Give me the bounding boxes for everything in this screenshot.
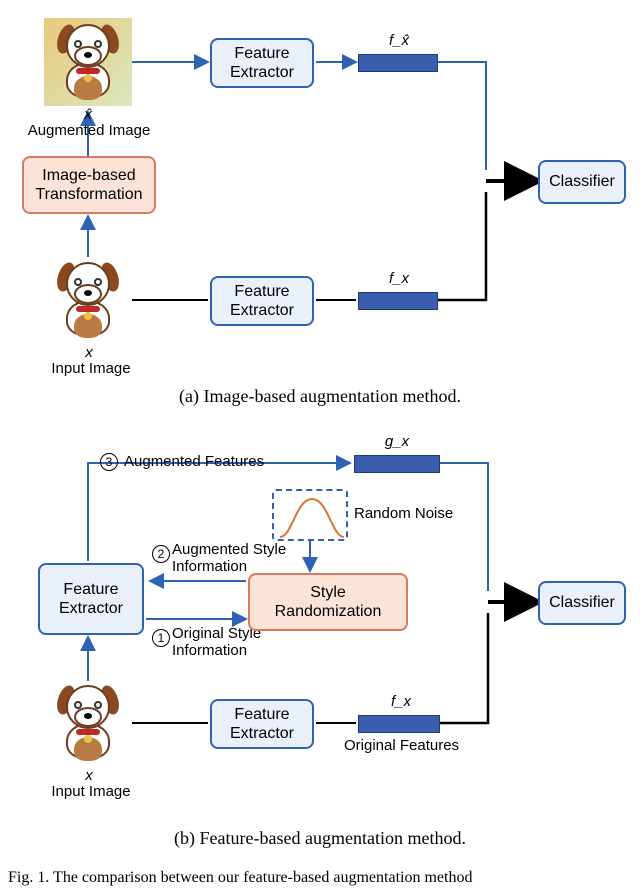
- input-image-label-a: Input Image: [46, 360, 136, 377]
- original-features-label: Original Features: [344, 737, 459, 754]
- feature-extractor-bottom-b: Feature Extractor: [210, 699, 314, 749]
- input-image-symbol-b: x: [82, 767, 96, 784]
- input-image-b: [44, 679, 132, 767]
- feature-bar-aug-b: [354, 455, 440, 473]
- figure-root: x̂ Augmented Image Image-based Transform…: [0, 0, 640, 895]
- panel-a: x̂ Augmented Image Image-based Transform…: [0, 0, 640, 380]
- classifier-box-a: Classifier: [538, 160, 626, 204]
- feature-bar-orig-a: [358, 292, 438, 310]
- augmented-image-label: Augmented Image: [22, 122, 156, 139]
- feature-aug-symbol-b: g_x: [384, 433, 410, 450]
- step-3-circle: 3: [100, 453, 118, 471]
- feature-aug-symbol-a: f_x̂: [386, 32, 412, 49]
- input-image-symbol-a: x: [82, 344, 96, 361]
- style-randomization-box: Style Randomization: [248, 573, 408, 631]
- feature-orig-symbol-b: f_x: [388, 693, 414, 710]
- step-2-label: Augmented Style Information: [172, 541, 286, 576]
- feature-bar-orig-b: [358, 715, 440, 733]
- random-noise-label: Random Noise: [354, 505, 453, 522]
- feature-extractor-top-a: Feature Extractor: [210, 38, 314, 88]
- panel-b: 3 Augmented Features 2 Augmented Style I…: [0, 423, 640, 822]
- figure-footer-text: Fig. 1. The comparison between our featu…: [0, 865, 640, 895]
- step-1-circle: 1: [152, 629, 170, 647]
- random-noise-box: [272, 489, 348, 541]
- input-image-a: [44, 256, 132, 344]
- augmented-image-symbol: x̂: [78, 106, 98, 123]
- step-3-label: Augmented Features: [124, 453, 264, 470]
- step-1-label: Original Style Information: [172, 625, 261, 660]
- classifier-box-b: Classifier: [538, 581, 626, 625]
- augmented-image: [44, 18, 132, 106]
- feature-orig-symbol-a: f_x: [386, 270, 412, 287]
- step-2-circle: 2: [152, 545, 170, 563]
- input-image-label-b: Input Image: [46, 783, 136, 800]
- feature-extractor-bottom-a: Feature Extractor: [210, 276, 314, 326]
- feature-bar-aug-a: [358, 54, 438, 72]
- image-transformation-box: Image-based Transformation: [22, 156, 156, 214]
- feature-extractor-left-b: Feature Extractor: [38, 563, 144, 635]
- panel-b-caption: (b) Feature-based augmentation method.: [0, 822, 640, 865]
- panel-a-caption: (a) Image-based augmentation method.: [0, 380, 640, 423]
